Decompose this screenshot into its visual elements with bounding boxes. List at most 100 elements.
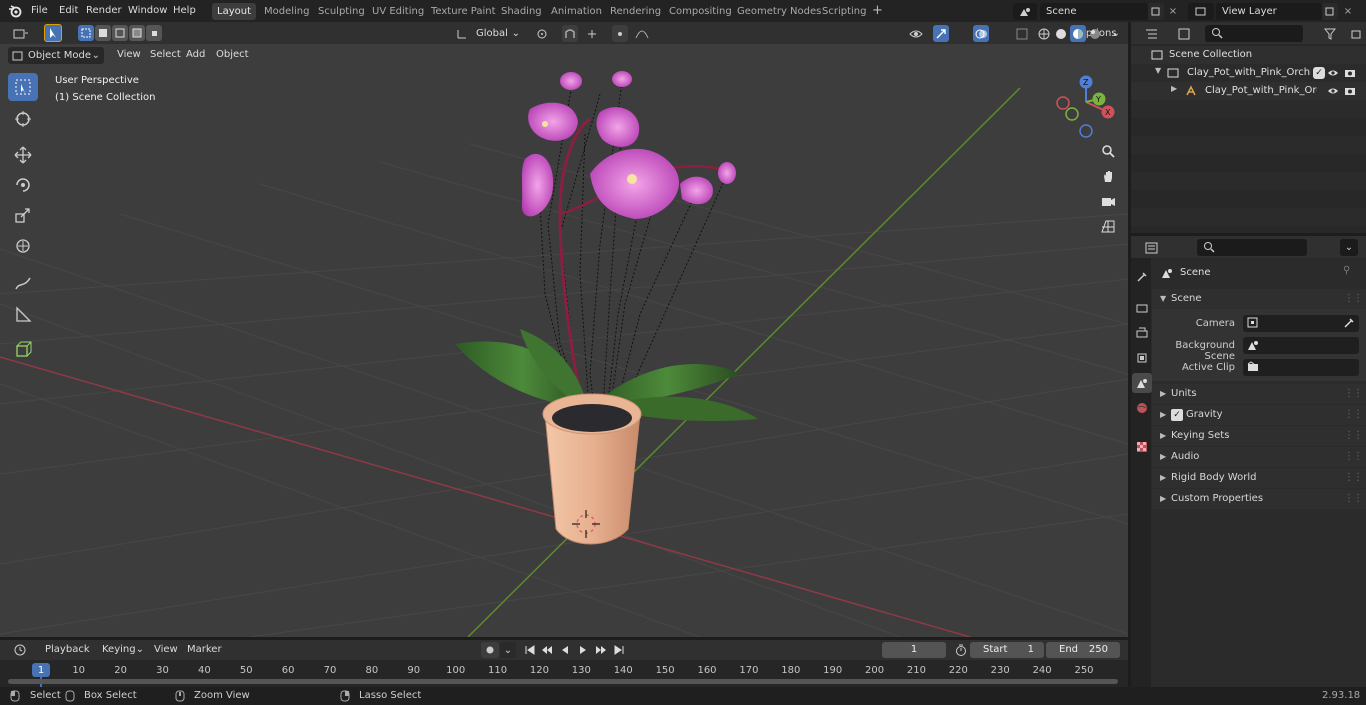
move-tool-icon[interactable]	[8, 141, 38, 169]
panel-scene-header[interactable]: ▼ Scene ⋮⋮	[1152, 289, 1366, 309]
copy-scene-icon[interactable]	[1148, 3, 1164, 20]
menu-add[interactable]: Add	[182, 47, 209, 63]
auto-keying-icon[interactable]	[481, 642, 499, 658]
measure-tool-icon[interactable]	[8, 300, 38, 328]
tab-animation[interactable]: Animation	[546, 3, 607, 20]
panel-gravity[interactable]: ▶ ✓ Gravity ⋮⋮	[1152, 405, 1366, 425]
tab-texture-paint[interactable]: Texture Paint	[426, 3, 501, 20]
jump-start-icon[interactable]	[522, 642, 538, 658]
camera-view-icon[interactable]	[1096, 190, 1120, 212]
tab-shading[interactable]: Shading	[496, 3, 547, 20]
select-mode-subtract-icon[interactable]	[112, 25, 128, 41]
menu-render[interactable]: Render	[82, 3, 126, 19]
display-mode-icon[interactable]	[1171, 25, 1197, 42]
background-scene-field[interactable]	[1243, 337, 1359, 354]
scene-selector-icon[interactable]	[1013, 3, 1037, 20]
drag-handle-icon[interactable]: ⋮⋮	[1344, 468, 1363, 488]
select-mode-extend-icon[interactable]	[95, 25, 111, 41]
proportional-falloff-icon[interactable]	[630, 25, 654, 42]
play-reverse-icon[interactable]	[557, 642, 573, 658]
menu-view[interactable]: View	[113, 47, 145, 63]
scene-name-field[interactable]: Scene	[1040, 3, 1148, 20]
properties-options-icon[interactable]: ⌄	[1340, 239, 1358, 256]
drag-handle-icon[interactable]: ⋮⋮	[1344, 426, 1363, 446]
editor-type-icon[interactable]	[8, 25, 34, 42]
render-camera-icon[interactable]	[1344, 85, 1356, 97]
panel-keying-sets[interactable]: ▶ Keying Sets ⋮⋮	[1152, 426, 1366, 446]
add-cube-tool-icon[interactable]	[8, 335, 38, 363]
blender-logo-icon[interactable]	[6, 3, 24, 19]
timeline-scrollbar[interactable]	[8, 679, 1118, 684]
exclude-checkbox-icon[interactable]: ✓	[1313, 67, 1325, 79]
timeline-view-menu[interactable]: View	[150, 642, 182, 658]
camera-field[interactable]	[1243, 315, 1359, 332]
transform-orientation-dropdown[interactable]: Global ⌄	[470, 25, 524, 42]
pin-icon[interactable]: ⚲	[1343, 265, 1350, 276]
tab-modeling[interactable]: Modeling	[259, 3, 315, 20]
play-icon[interactable]	[575, 642, 591, 658]
start-frame-field[interactable]: Start 1	[970, 642, 1044, 658]
outliner-row-object[interactable]: ▶ Clay_Pot_with_Pink_Orch	[1131, 82, 1366, 100]
world-tab-icon[interactable]	[1133, 399, 1151, 417]
add-workspace-icon[interactable]: +	[867, 3, 888, 20]
render-camera-icon[interactable]	[1344, 67, 1356, 79]
view-layer-selector-icon[interactable]	[1188, 3, 1214, 20]
zoom-view-icon[interactable]	[1096, 140, 1120, 162]
select-box-tool-icon[interactable]	[8, 73, 38, 101]
tool-tab-icon[interactable]	[1133, 268, 1151, 286]
object-mode-dropdown[interactable]: Object Mode ⌄	[8, 47, 104, 64]
select-mode-intersect-icon[interactable]	[146, 25, 162, 41]
tab-geometry-nodes[interactable]: Geometry Nodes	[732, 3, 826, 20]
expand-right-icon[interactable]: ▶	[1171, 84, 1177, 93]
menu-edit[interactable]: Edit	[55, 3, 82, 19]
tab-sculpting[interactable]: Sculpting	[313, 3, 370, 20]
gravity-checkbox[interactable]: ✓	[1171, 409, 1183, 421]
current-frame-field[interactable]: 1	[882, 642, 946, 658]
solid-shading-icon[interactable]	[1053, 25, 1069, 42]
view-layer-tab-icon[interactable]	[1133, 349, 1151, 367]
tab-rendering[interactable]: Rendering	[605, 3, 666, 20]
navigation-gizmo[interactable]: Z X Y	[1050, 74, 1120, 138]
output-tab-icon[interactable]	[1133, 324, 1151, 342]
menu-select[interactable]: Select	[146, 47, 185, 63]
gizmo-toggle-icon[interactable]	[933, 25, 949, 42]
material-preview-shading-icon[interactable]	[1070, 25, 1086, 42]
close-view-layer-icon[interactable]: ×	[1340, 3, 1356, 20]
wireframe-shading-icon[interactable]	[1036, 25, 1052, 42]
keying-options-icon[interactable]: ⌄	[500, 642, 516, 658]
render-tab-icon[interactable]	[1133, 299, 1151, 317]
select-mode-invert-icon[interactable]	[129, 25, 145, 41]
menu-file[interactable]: File	[27, 3, 52, 19]
tab-scripting[interactable]: Scripting	[817, 3, 871, 20]
jump-keyframe-forward-icon[interactable]	[593, 642, 609, 658]
drag-handle-icon[interactable]: ⋮⋮	[1344, 489, 1363, 509]
filter-icon[interactable]	[1317, 25, 1343, 42]
tab-uv-editing[interactable]: UV Editing	[367, 3, 429, 20]
eye-icon[interactable]	[1327, 85, 1339, 97]
3d-viewport[interactable]: User Perspective (1) Scene Collection Z …	[0, 44, 1128, 637]
outliner-search-input[interactable]	[1205, 25, 1303, 42]
outliner-root-row[interactable]: Scene Collection	[1131, 46, 1366, 64]
end-frame-field[interactable]: End 250	[1046, 642, 1120, 658]
new-collection-icon[interactable]	[1349, 25, 1365, 42]
transform-tool-icon[interactable]	[8, 232, 38, 260]
outliner-editor-type-icon[interactable]	[1139, 25, 1165, 42]
playback-menu[interactable]: Playback⌄	[41, 642, 93, 671]
panel-custom-properties[interactable]: ▶ Custom Properties ⋮⋮	[1152, 489, 1366, 509]
keying-menu[interactable]: Keying ⌄	[98, 642, 144, 658]
menu-help[interactable]: Help	[169, 3, 200, 19]
drag-handle-icon[interactable]: ⋮⋮	[1344, 405, 1363, 425]
select-mode-new-icon[interactable]	[78, 25, 94, 41]
proportional-edit-icon[interactable]	[612, 25, 628, 42]
scene-tab-icon[interactable]	[1132, 373, 1152, 393]
panel-rigid-body-world[interactable]: ▶ Rigid Body World ⋮⋮	[1152, 468, 1366, 488]
menu-object[interactable]: Object	[212, 47, 253, 63]
view-layer-field[interactable]: View Layer	[1216, 3, 1322, 20]
snap-toggle-icon[interactable]	[562, 25, 578, 42]
pivot-point-icon[interactable]	[530, 25, 556, 42]
tab-layout[interactable]: Layout	[212, 3, 256, 20]
drag-handle-icon[interactable]: ⋮⋮	[1344, 289, 1363, 309]
eyedropper-icon[interactable]	[1343, 317, 1355, 329]
xray-toggle-icon[interactable]	[1014, 25, 1030, 42]
drag-handle-icon[interactable]: ⋮⋮	[1344, 384, 1363, 404]
